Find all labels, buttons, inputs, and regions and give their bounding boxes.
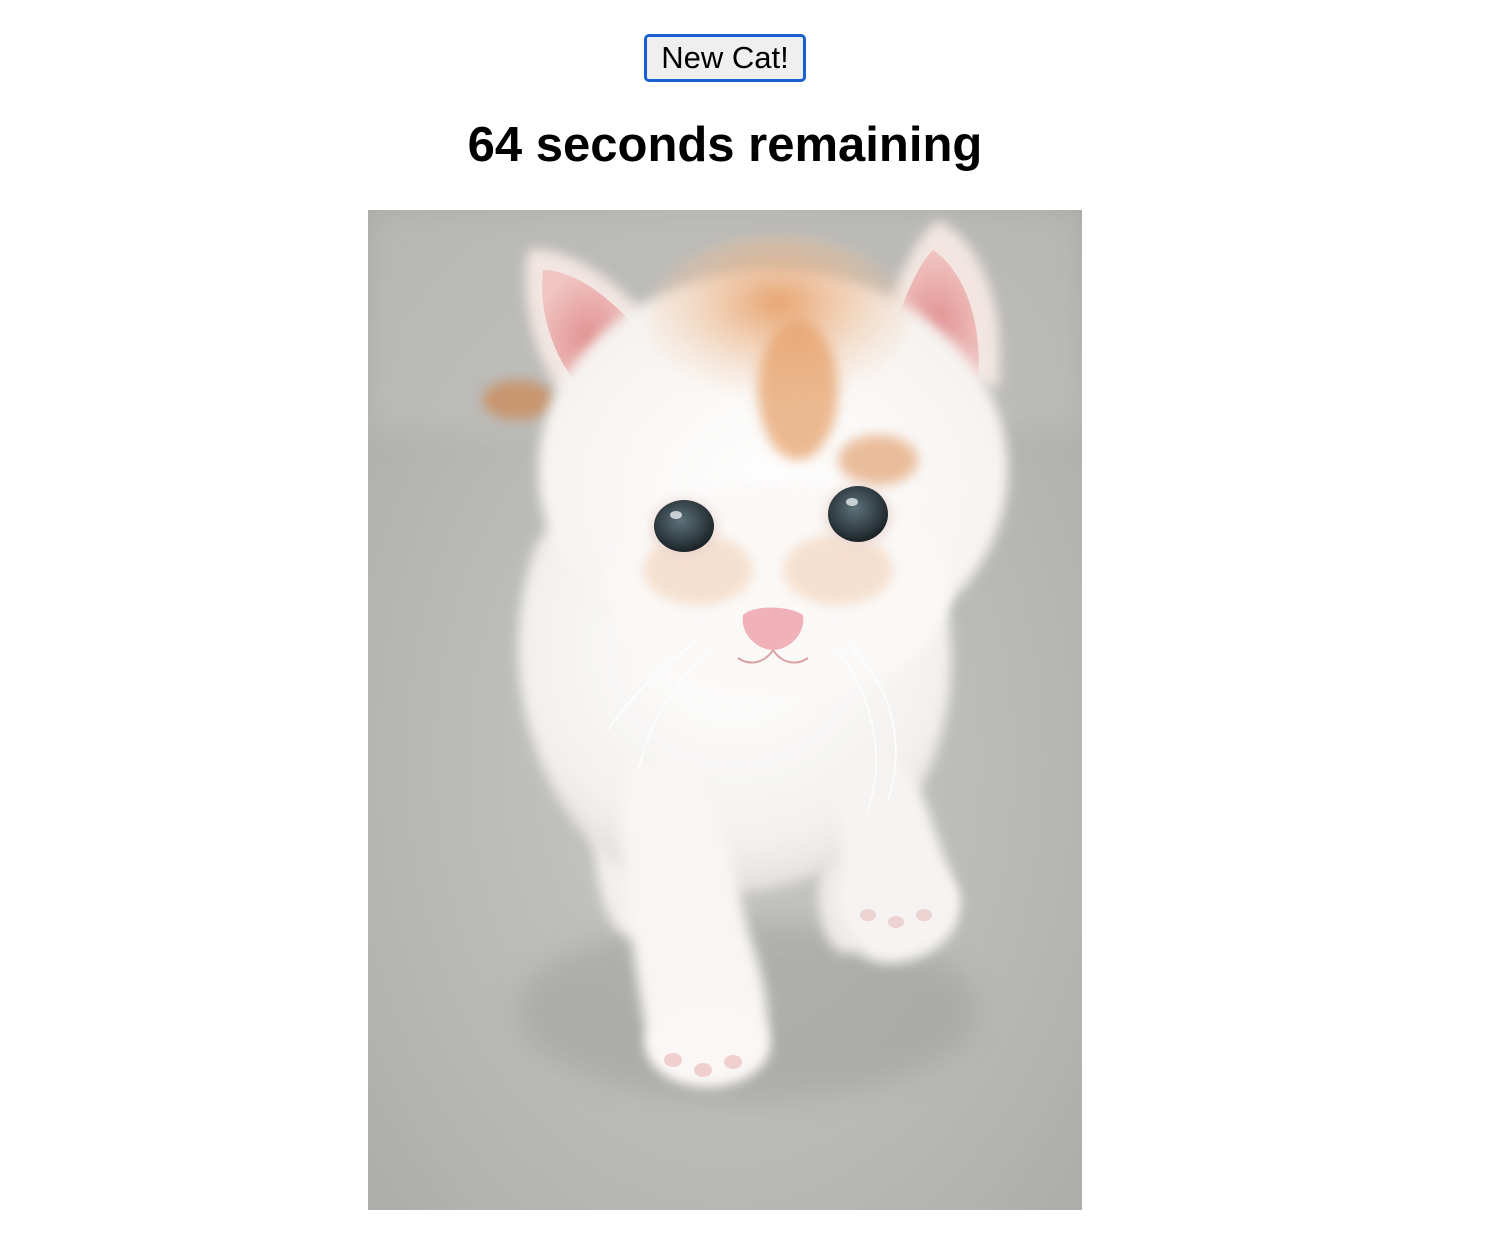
new-cat-button[interactable]: New Cat! bbox=[644, 34, 806, 82]
kitten-photo bbox=[368, 210, 1082, 1210]
kitten-right-eye bbox=[828, 486, 888, 542]
kitten-tail bbox=[482, 380, 554, 420]
kitten-left-eye bbox=[654, 500, 714, 552]
page: New Cat! 64 seconds remaining bbox=[0, 0, 1510, 1256]
countdown-timer-text: 64 seconds remaining bbox=[467, 118, 983, 172]
kitten-right-paw bbox=[838, 860, 958, 940]
